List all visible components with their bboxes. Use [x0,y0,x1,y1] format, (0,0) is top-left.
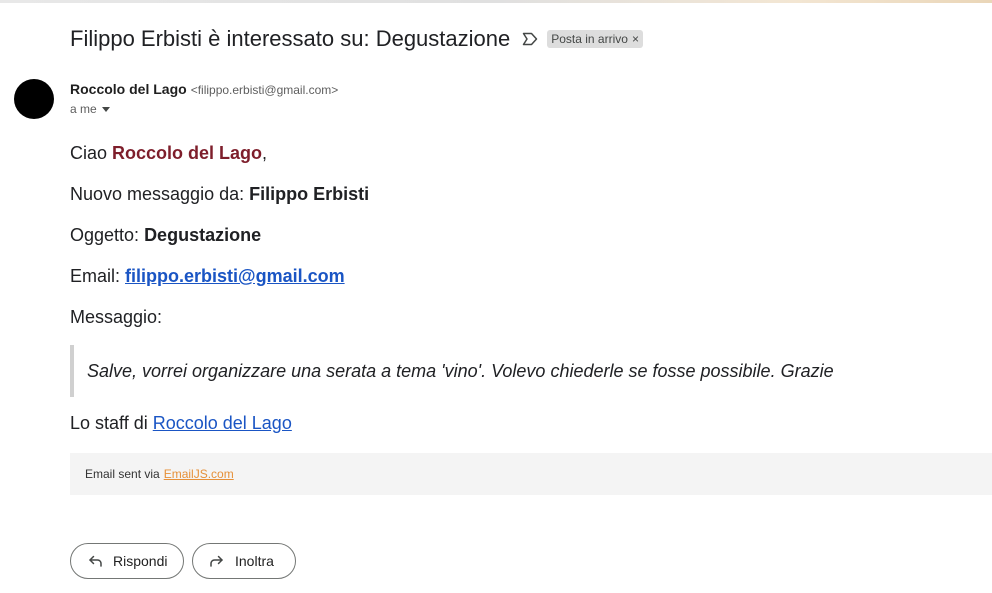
message-label-line: Messaggio: [70,307,162,328]
recipient-row[interactable]: a me [70,102,110,116]
sender-row: Roccolo del Lago <filippo.erbisti@gmail.… [70,81,338,97]
label-outline-icon[interactable] [522,32,538,46]
from-label: Nuovo messaggio da: [70,184,250,204]
chevron-down-icon[interactable] [101,106,110,112]
top-strip [0,0,992,3]
signoff-line: Lo staff di Roccolo del Lago [70,413,292,434]
sender-avatar[interactable] [14,79,54,119]
from-line: Nuovo messaggio da: Filippo Erbisti [70,184,369,205]
subject-line: Oggetto: Degustazione [70,225,261,246]
sender-email: <filippo.erbisti@gmail.com> [190,83,339,97]
remove-label-close-icon[interactable]: × [632,32,639,46]
forward-button[interactable]: Inoltra [192,543,296,579]
email-label: Email: [70,266,126,286]
greeting-name: Roccolo del Lago [112,143,263,163]
greeting-line: Ciao Roccolo del Lago, [70,143,267,164]
sender-name[interactable]: Roccolo del Lago [70,81,187,97]
forward-arrow-icon [210,555,223,567]
inbox-label-chip[interactable]: Posta in arrivo × [547,30,643,48]
inbox-label-text: Posta in arrivo [551,32,628,46]
message-quote: Salve, vorrei organizzare una serata a t… [70,345,992,397]
emailjs-link[interactable]: EmailJS.com [164,467,234,481]
subject-row: Filippo Erbisti è interessato su: Degust… [70,24,643,54]
reply-label: Rispondi [113,553,168,569]
from-name: Filippo Erbisti [249,184,370,204]
subject-label: Oggetto: [70,225,145,245]
email-footer: Email sent via EmailJS.com [70,453,992,495]
footer-sent-via: Email sent via [85,467,160,481]
message-label: Messaggio: [70,307,163,327]
subject-value: Degustazione [144,225,262,245]
signoff-link[interactable]: Roccolo del Lago [153,413,292,433]
sender-email-link[interactable]: filippo.erbisti@gmail.com [125,266,345,286]
greeting-suffix: , [262,143,268,163]
message-text: Salve, vorrei organizzare una serata a t… [87,360,834,381]
reply-button[interactable]: Rispondi [70,543,184,579]
email-line: Email: filippo.erbisti@gmail.com [70,266,345,287]
recipient-text: a me [70,102,97,116]
email-subject: Filippo Erbisti è interessato su: Degust… [70,26,511,51]
forward-label: Inoltra [235,553,274,569]
greeting-prefix: Ciao [70,143,113,163]
signoff-prefix: Lo staff di [70,413,153,433]
reply-arrow-icon [89,555,102,567]
